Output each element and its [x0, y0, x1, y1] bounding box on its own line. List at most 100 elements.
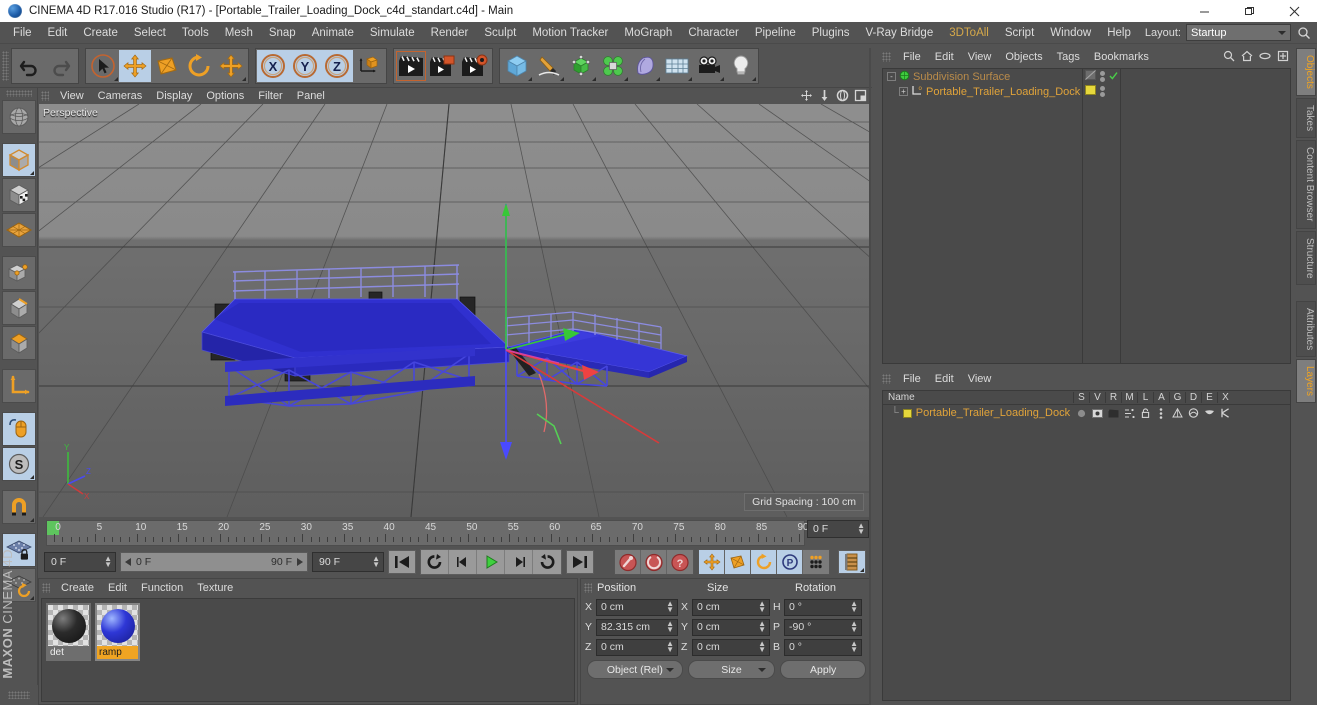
- visible-check-icon[interactable]: [1109, 71, 1118, 83]
- model-mode-button[interactable]: [1, 143, 36, 177]
- viewport-menu-display[interactable]: Display: [149, 89, 199, 103]
- size-mode-dropdown[interactable]: Size: [687, 660, 776, 679]
- spinner-icon[interactable]: ▲ ▼: [758, 600, 766, 614]
- material-item[interactable]: det: [46, 603, 91, 661]
- timeline-end-field[interactable]: 0 F ▲ ▼: [807, 520, 869, 538]
- preview-range-slider[interactable]: 0 F 90 F: [120, 552, 308, 572]
- position-z-input[interactable]: 0 cm ▲ ▼: [596, 638, 678, 656]
- position-key-toggle[interactable]: [699, 550, 725, 574]
- object-menu-view[interactable]: View: [961, 50, 999, 64]
- menu-render[interactable]: Render: [423, 24, 477, 42]
- object-row-subdivision-surface[interactable]: - Subdivision Surface: [883, 69, 1082, 84]
- status-bar-grip[interactable]: [0, 685, 38, 705]
- rotate-tool[interactable]: [183, 49, 215, 82]
- menu-help[interactable]: Help: [1099, 24, 1139, 42]
- menu-snap[interactable]: Snap: [261, 24, 304, 42]
- viewport-menu-cameras[interactable]: Cameras: [91, 89, 150, 103]
- spinner-icon[interactable]: ▲ ▼: [850, 620, 858, 634]
- current-frame-field[interactable]: 0 F ▲ ▼: [44, 552, 116, 572]
- tool-expand-corner[interactable]: [624, 76, 628, 81]
- scale-key-toggle[interactable]: [725, 550, 751, 574]
- rotation-h-input[interactable]: 0 ° ▲ ▼: [784, 598, 862, 616]
- size-y-input[interactable]: 0 cm ▲ ▼: [692, 618, 770, 636]
- layer-solo-toggle[interactable]: [1073, 409, 1089, 418]
- autokeying-button[interactable]: [641, 550, 667, 574]
- tool-expand-corner[interactable]: [720, 76, 724, 81]
- z-axis-lock[interactable]: Z: [321, 49, 353, 82]
- layer-xref-toggle[interactable]: [1217, 408, 1233, 418]
- add-deformer-button[interactable]: [629, 49, 661, 82]
- tag-row-subdivision[interactable]: [1083, 69, 1120, 84]
- rotation-b-input[interactable]: 0 ° ▲ ▼: [784, 638, 862, 656]
- point-mode-button[interactable]: [1, 256, 36, 290]
- toolbar-grip[interactable]: [2, 50, 9, 81]
- tool-expand-corner[interactable]: [528, 76, 532, 81]
- layer-manager-toggle[interactable]: [1121, 408, 1137, 418]
- material-item[interactable]: ramp: [95, 603, 140, 661]
- menu-mograph[interactable]: MoGraph: [616, 24, 680, 42]
- menu-plugins[interactable]: Plugins: [804, 24, 858, 42]
- menu-tools[interactable]: Tools: [174, 24, 217, 42]
- material-list[interactable]: det ramp: [41, 598, 575, 702]
- viewport-3d-canvas[interactable]: Perspective Y Z X Grid Spacing: 100 cm: [39, 104, 870, 517]
- layer-expression-toggle[interactable]: [1201, 409, 1217, 417]
- object-menu-edit[interactable]: Edit: [928, 50, 961, 64]
- menu-character[interactable]: Character: [680, 24, 747, 42]
- layer-menu-file[interactable]: File: [896, 372, 928, 386]
- dolly-view-icon[interactable]: [818, 89, 831, 105]
- viewport-menu-view[interactable]: View: [53, 89, 91, 103]
- move-tool[interactable]: [119, 49, 151, 82]
- add-spline-button[interactable]: [533, 49, 565, 82]
- material-menu-grip[interactable]: [42, 582, 50, 593]
- object-tag-column[interactable]: [1083, 69, 1121, 363]
- viewport-menu-options[interactable]: Options: [199, 89, 251, 103]
- material-menu-texture[interactable]: Texture: [190, 581, 240, 595]
- object-tree[interactable]: - Subdivision Surface + o Portable_Trail…: [883, 69, 1083, 363]
- minimize-button[interactable]: [1182, 0, 1227, 22]
- tool-expand-corner[interactable]: [560, 76, 564, 81]
- tab-attributes[interactable]: Attributes: [1296, 301, 1316, 358]
- pan-view-icon[interactable]: [800, 89, 813, 105]
- edge-mode-button[interactable]: [1, 291, 36, 325]
- object-tree-body[interactable]: - Subdivision Surface + o Portable_Trail…: [882, 68, 1291, 364]
- undo-button[interactable]: [13, 49, 45, 82]
- tab-layers[interactable]: Layers: [1296, 359, 1316, 404]
- fit-icon[interactable]: [1277, 50, 1289, 65]
- menu-create[interactable]: Create: [75, 24, 126, 42]
- add-camera-button[interactable]: [693, 49, 725, 82]
- scale-tool[interactable]: [151, 49, 183, 82]
- object-menu-bookmarks[interactable]: Bookmarks: [1087, 50, 1156, 64]
- world-object-coordinate-toggle[interactable]: [353, 49, 385, 82]
- timeline-ruler[interactable]: 0 5 10 15 20 25 30 35 40 45 50 55 60 65 70 75 80 85 90: [46, 520, 809, 546]
- layer-generator-toggle[interactable]: [1169, 408, 1185, 418]
- spinner-icon[interactable]: ▲ ▼: [758, 620, 766, 634]
- menu-file[interactable]: File: [5, 24, 40, 42]
- rotation-key-toggle[interactable]: [751, 550, 777, 574]
- tool-expand-corner[interactable]: [29, 171, 34, 175]
- menu-edit[interactable]: Edit: [40, 24, 76, 42]
- material-menu-function[interactable]: Function: [134, 581, 190, 595]
- spinner-icon[interactable]: ▲ ▼: [857, 522, 865, 536]
- viewport-solo-button[interactable]: [1, 412, 36, 446]
- object-menu-objects[interactable]: Objects: [998, 50, 1049, 64]
- apply-button[interactable]: Apply: [780, 660, 866, 679]
- tool-expand-corner[interactable]: [656, 76, 660, 81]
- tool-expand-corner[interactable]: [592, 76, 596, 81]
- material-tag-icon[interactable]: [1085, 85, 1096, 98]
- menu-select[interactable]: Select: [126, 24, 174, 42]
- snap-settings-button[interactable]: S: [1, 447, 36, 481]
- polygon-mode-button[interactable]: [1, 213, 36, 247]
- viewport-menu-filter[interactable]: Filter: [251, 89, 289, 103]
- material-menu-edit[interactable]: Edit: [101, 581, 134, 595]
- layer-deformer-toggle[interactable]: [1185, 408, 1201, 418]
- layer-lock-toggle[interactable]: [1137, 408, 1153, 418]
- tool-expand-corner[interactable]: [29, 518, 34, 522]
- object-menu-file[interactable]: File: [896, 50, 928, 64]
- home-icon[interactable]: [1241, 50, 1253, 65]
- layout-dropdown[interactable]: Startup: [1186, 24, 1291, 41]
- tab-structure[interactable]: Structure: [1296, 230, 1316, 286]
- object-menu-tags[interactable]: Tags: [1050, 50, 1087, 64]
- menu-pipeline[interactable]: Pipeline: [747, 24, 804, 42]
- go-to-start-button[interactable]: [388, 550, 416, 574]
- redo-button[interactable]: [45, 49, 77, 82]
